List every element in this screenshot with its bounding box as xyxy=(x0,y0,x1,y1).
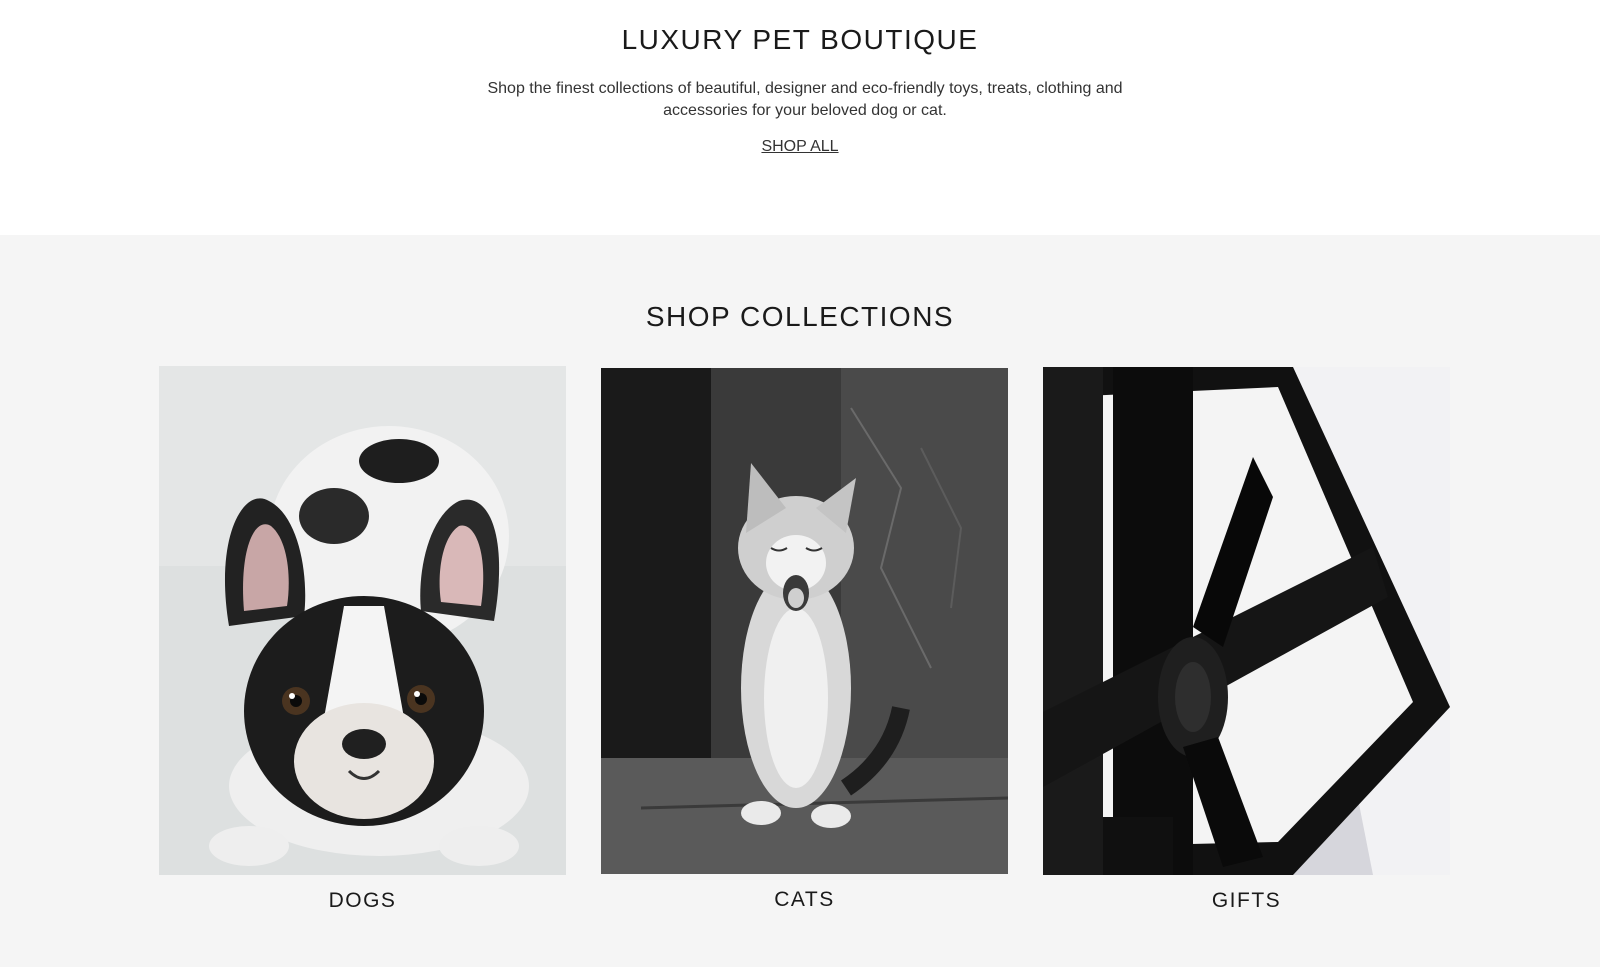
hero-title: LUXURY PET BOUTIQUE xyxy=(621,24,979,55)
hero-section: LUXURY PET BOUTIQUE Shop the finest coll… xyxy=(0,0,1600,235)
cat-image[interactable] xyxy=(601,368,1008,874)
dog-image[interactable] xyxy=(159,366,566,875)
hero-description: Shop the finest collections of beautiful… xyxy=(487,80,1123,119)
collection-label-gifts[interactable]: GIFTS xyxy=(1043,889,1450,913)
collection-label-dogs[interactable]: DOGS xyxy=(159,889,566,913)
collection-label-cats[interactable]: CATS xyxy=(601,888,1008,912)
kitten-illustration xyxy=(601,368,1008,874)
gift-box-illustration xyxy=(1043,367,1450,875)
french-bulldog-illustration xyxy=(159,366,566,875)
collections-title: SHOP COLLECTIONS xyxy=(645,301,955,332)
collection-card-cats[interactable]: CATS xyxy=(601,368,1008,912)
shop-all-link[interactable]: SHOP ALL xyxy=(0,138,1600,156)
collections-section: SHOP COLLECTIONS DOGS CATS GIFTS xyxy=(0,235,1600,967)
collection-card-gifts[interactable]: GIFTS xyxy=(1043,367,1450,913)
collection-card-dogs[interactable]: DOGS xyxy=(159,366,566,913)
gift-image[interactable] xyxy=(1043,367,1450,875)
